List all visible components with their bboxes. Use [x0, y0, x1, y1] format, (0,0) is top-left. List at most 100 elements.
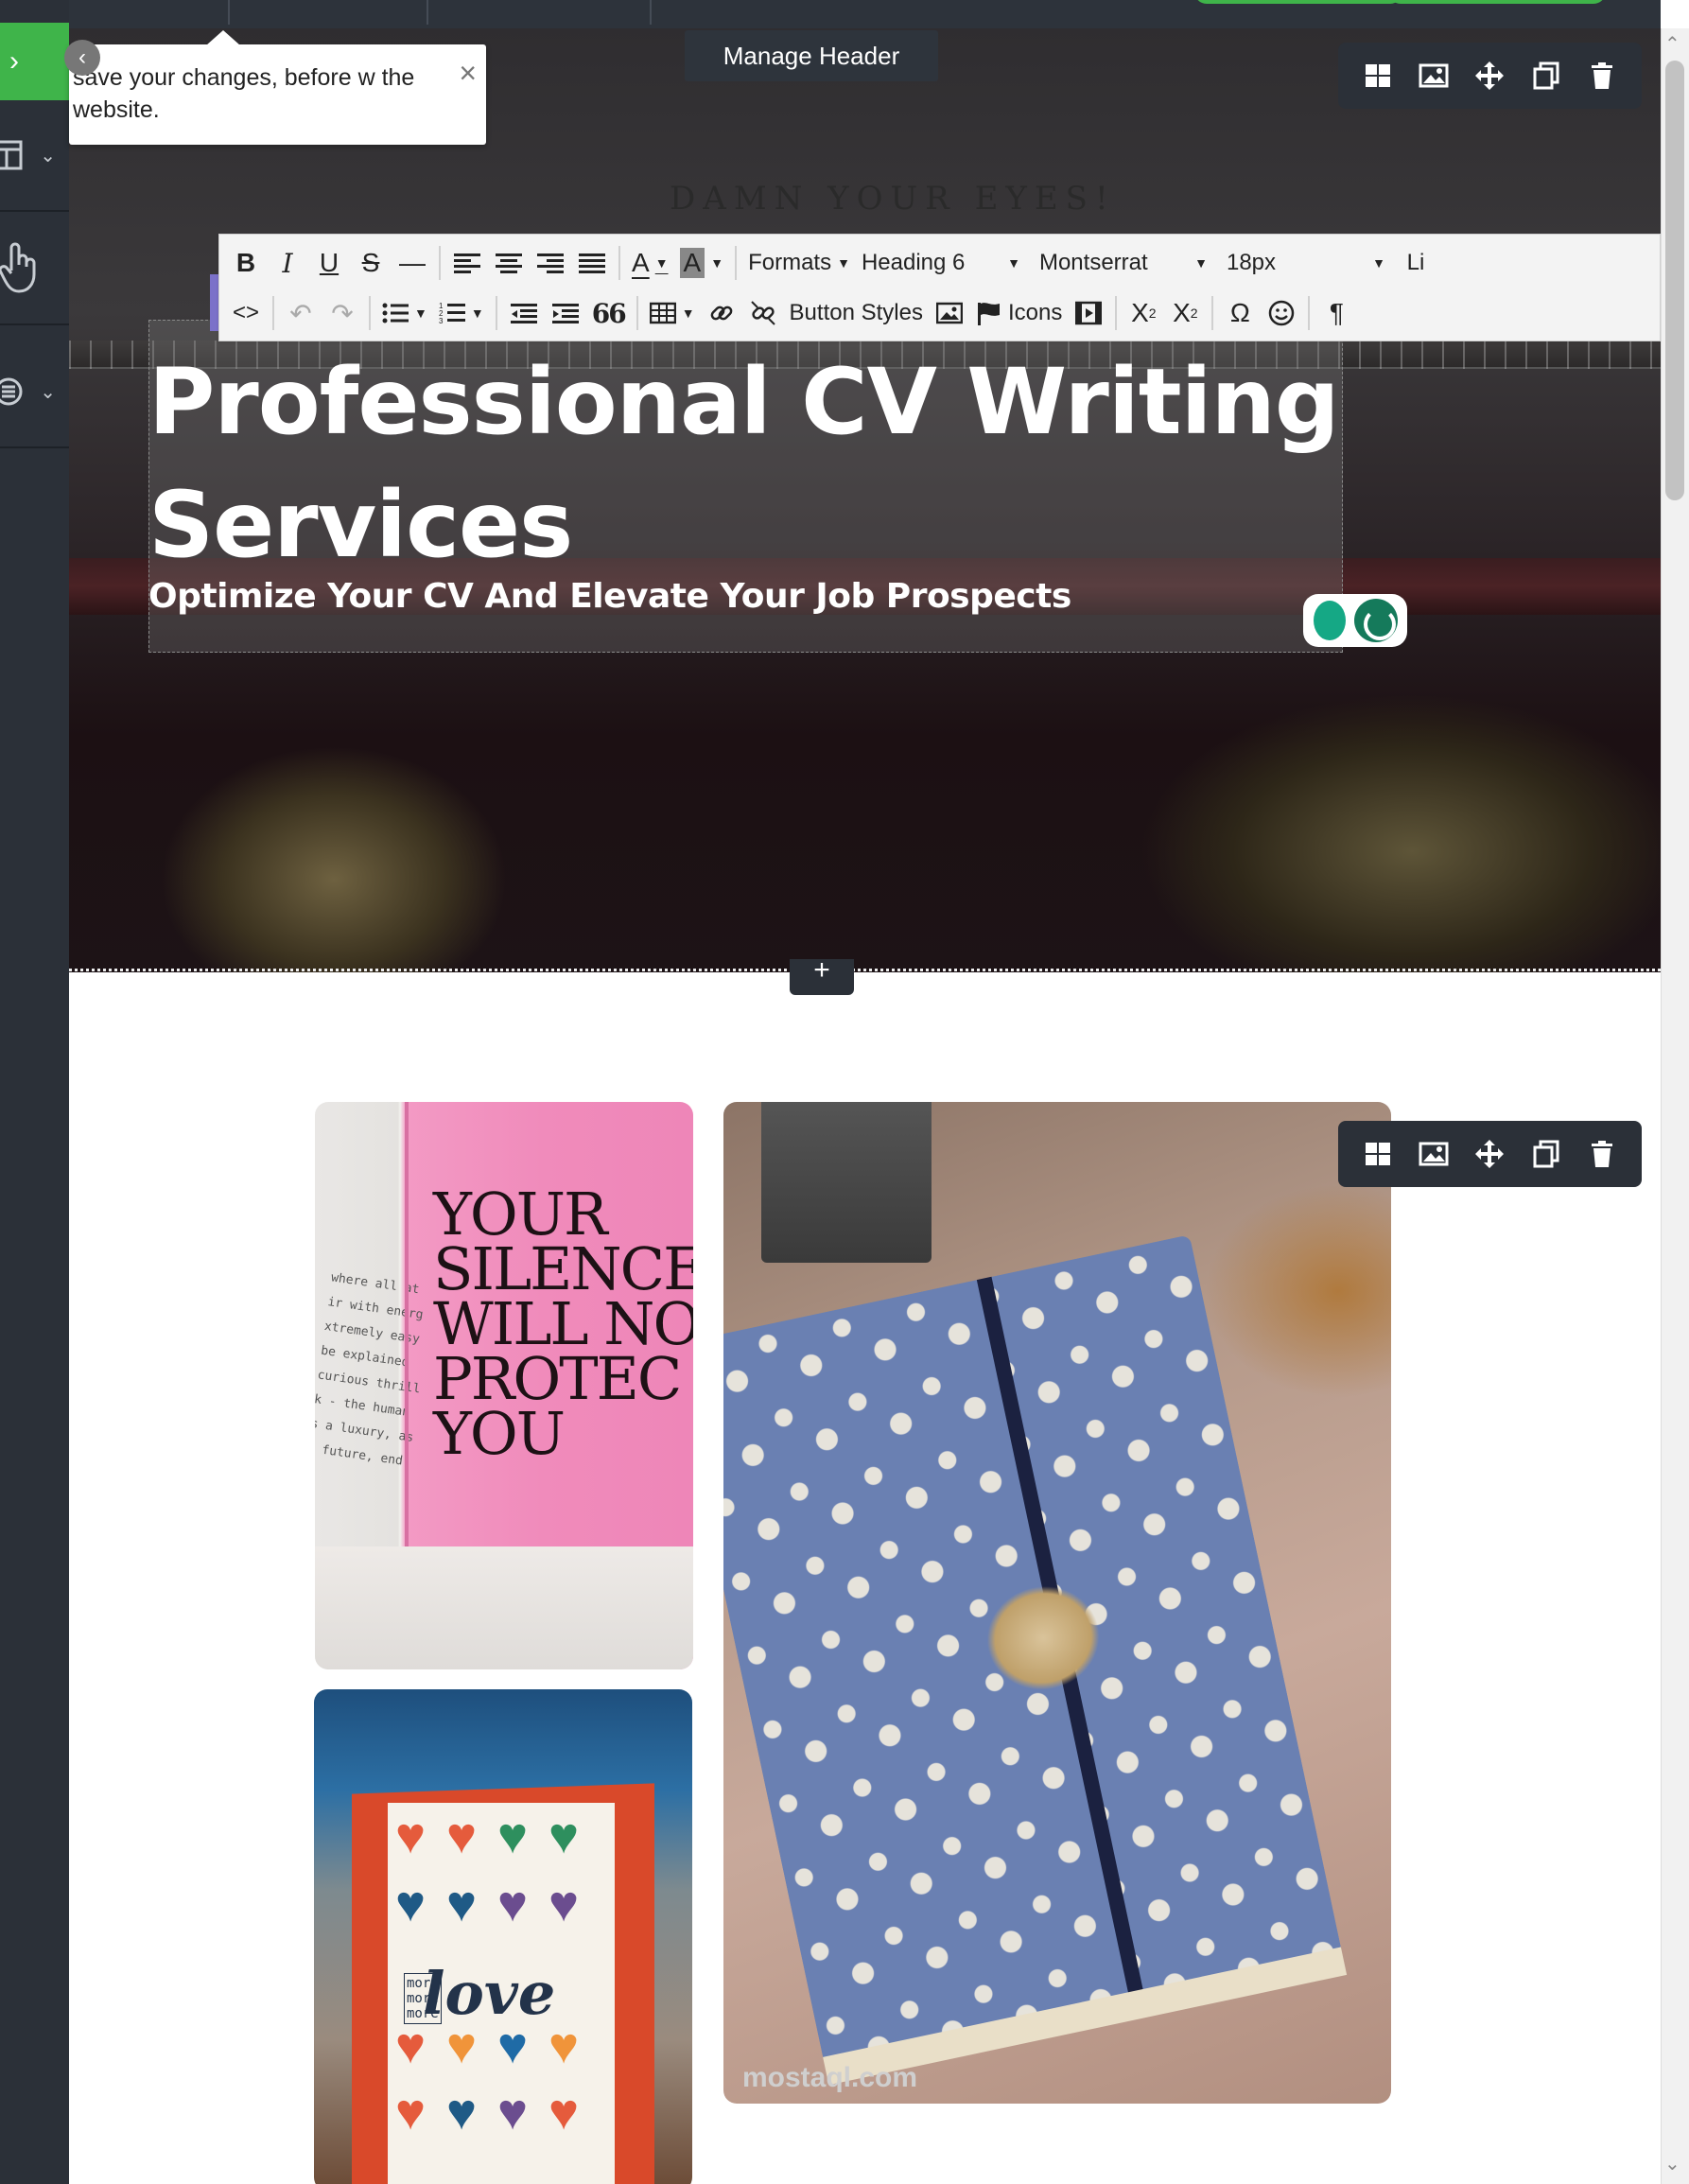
- pressed-flower: [976, 1575, 1110, 1702]
- move-icon: [1475, 61, 1505, 90]
- manage-header-label[interactable]: Manage Header: [685, 30, 938, 81]
- close-icon[interactable]: ×: [459, 56, 477, 91]
- line-height-dropdown[interactable]: Li: [1395, 244, 1437, 282]
- bullet-list-icon: [382, 303, 409, 323]
- delete-block-button[interactable]: [1585, 1137, 1619, 1171]
- bold-button[interactable]: B: [225, 244, 267, 282]
- top-tab[interactable]: [69, 0, 230, 25]
- gallery-image-pink-book[interactable]: where all at ir with energ xtremely easy be…: [315, 1102, 693, 1669]
- button-styles-button[interactable]: Button Styles: [784, 294, 929, 332]
- strikethrough-button[interactable]: S: [350, 244, 392, 282]
- blockquote-button[interactable]: 66: [586, 294, 631, 332]
- sidebar-toggle-button[interactable]: ›: [0, 23, 69, 100]
- outdent-icon: [510, 304, 537, 323]
- chevron-left-icon: ‹: [78, 44, 86, 70]
- collapse-sidebar-button[interactable]: ‹: [64, 40, 100, 76]
- sidebar-item-menu[interactable]: ⌄: [0, 337, 69, 448]
- chevron-down-icon: ⌄: [40, 381, 56, 403]
- horizontal-rule-button[interactable]: —: [392, 244, 433, 282]
- code-view-button[interactable]: <>: [225, 294, 267, 332]
- special-character-button[interactable]: Ω: [1219, 294, 1261, 332]
- unlink-button[interactable]: [742, 294, 784, 332]
- move-block-button[interactable]: [1472, 1137, 1506, 1171]
- indent-button[interactable]: [545, 294, 586, 332]
- duplicate-block-button[interactable]: [1529, 1137, 1563, 1171]
- page-root: › ⌄ ⌄ DAMN YOUR EYES! Professional CV Wr…: [0, 0, 1689, 2184]
- emoticons-button[interactable]: [1261, 294, 1302, 332]
- rich-text-toolbar: B I U S — A ▼ A ▼ Formats ▼ Heading 6 ▼ Mont…: [218, 234, 1661, 341]
- bullet-list-button[interactable]: ▼: [376, 294, 433, 332]
- background-color-button[interactable]: A ▼: [674, 244, 730, 282]
- redo-button[interactable]: ↷: [322, 294, 363, 332]
- gallery-image-love-card[interactable]: ♥ ♥ ♥ ♥ ♥ ♥ ♥ ♥ ♥ ♥ ♥ ♥ ♥ ♥ ♥ ♥ more mor…: [314, 1689, 692, 2184]
- sidebar-item-layout[interactable]: ⌄: [0, 100, 69, 212]
- hero-title[interactable]: Professional CV Writing Services: [148, 341, 1340, 586]
- add-section-button[interactable]: +: [790, 956, 854, 995]
- scroll-up-icon[interactable]: ⌃: [1664, 32, 1680, 56]
- undo-button[interactable]: ↶: [280, 294, 322, 332]
- superscript-button[interactable]: X2: [1164, 294, 1206, 332]
- numbered-list-button[interactable]: 1 2 3 ▼: [433, 294, 490, 332]
- scrollbar-thumb[interactable]: [1665, 61, 1684, 500]
- hand-pointer-icon: [0, 242, 36, 293]
- insert-image-button[interactable]: [929, 294, 970, 332]
- grammarly-icon: [1353, 599, 1398, 642]
- formats-dropdown[interactable]: Formats ▼: [742, 244, 856, 282]
- delete-block-button[interactable]: [1585, 59, 1619, 93]
- grid-icon: [1365, 64, 1390, 87]
- icons-button[interactable]: Icons: [970, 294, 1068, 332]
- top-tab[interactable]: [230, 0, 428, 25]
- italic-button[interactable]: I: [267, 244, 308, 282]
- menu-lines-icon: [0, 377, 23, 406]
- save-reminder-tooltip: save your changes, before w the website.…: [69, 30, 486, 145]
- paragraph-format-button[interactable]: ¶: [1315, 294, 1357, 332]
- hero-subtitle[interactable]: Optimize Your CV And Elevate Your Job Pr…: [148, 577, 1071, 616]
- layout-icon: [0, 140, 23, 170]
- unlink-icon: [750, 301, 775, 325]
- align-left-button[interactable]: [446, 244, 488, 282]
- image-icon: [1419, 1142, 1449, 1166]
- gallery-image-floral-notebook[interactable]: [723, 1102, 1391, 2104]
- tooltip-arrow: [206, 30, 240, 45]
- builder-sidebar: › ⌄ ⌄: [0, 0, 69, 2184]
- background-image-button[interactable]: [1417, 59, 1451, 93]
- insert-link-button[interactable]: [701, 294, 742, 332]
- grid-layout-button[interactable]: [1361, 59, 1395, 93]
- toolbar-row-2: <> ↶ ↷ ▼ 1 2 3 ▼ 66 ▼ Button Styles Icons X…: [219, 288, 1660, 338]
- heading-dropdown[interactable]: Heading 6 ▼: [856, 244, 1026, 282]
- chevron-right-icon: ›: [9, 45, 19, 77]
- align-justify-icon: [579, 253, 605, 273]
- svg-text:3: 3: [439, 317, 444, 325]
- background-image-button[interactable]: [1417, 1137, 1451, 1171]
- outdent-button[interactable]: [503, 294, 545, 332]
- sidebar-item-interact[interactable]: [0, 214, 69, 325]
- font-family-dropdown[interactable]: Montserrat ▼: [1034, 244, 1213, 282]
- top-green-button[interactable]: [1388, 0, 1606, 4]
- scroll-down-icon[interactable]: ⌄: [1664, 2152, 1680, 2175]
- duplicate-block-button[interactable]: [1529, 59, 1563, 93]
- trash-icon: [1592, 62, 1613, 89]
- align-center-icon: [496, 253, 522, 273]
- insert-video-button[interactable]: [1068, 294, 1109, 332]
- underline-button[interactable]: U: [308, 244, 350, 282]
- align-center-button[interactable]: [488, 244, 530, 282]
- grammarly-widget[interactable]: [1303, 594, 1407, 647]
- image-icon: [935, 302, 963, 324]
- align-right-icon: [537, 253, 564, 273]
- chevron-down-icon: ⌄: [40, 145, 56, 166]
- font-size-dropdown[interactable]: 18px ▼: [1221, 244, 1391, 282]
- align-right-button[interactable]: [530, 244, 571, 282]
- text-color-button[interactable]: A ▼: [626, 244, 674, 282]
- move-block-button[interactable]: [1472, 59, 1506, 93]
- top-strip: [69, 0, 1661, 28]
- book-stack: [761, 1102, 932, 1263]
- justify-button[interactable]: [571, 244, 613, 282]
- indent-icon: [551, 304, 579, 323]
- top-green-button[interactable]: [1194, 0, 1402, 4]
- gallery-block-toolbar: [1338, 1121, 1642, 1187]
- selection-marker: [210, 274, 218, 331]
- table-button[interactable]: ▼: [644, 294, 701, 332]
- subscript-button[interactable]: X2: [1123, 294, 1164, 332]
- top-tab[interactable]: [428, 0, 652, 25]
- grid-layout-button[interactable]: [1361, 1137, 1395, 1171]
